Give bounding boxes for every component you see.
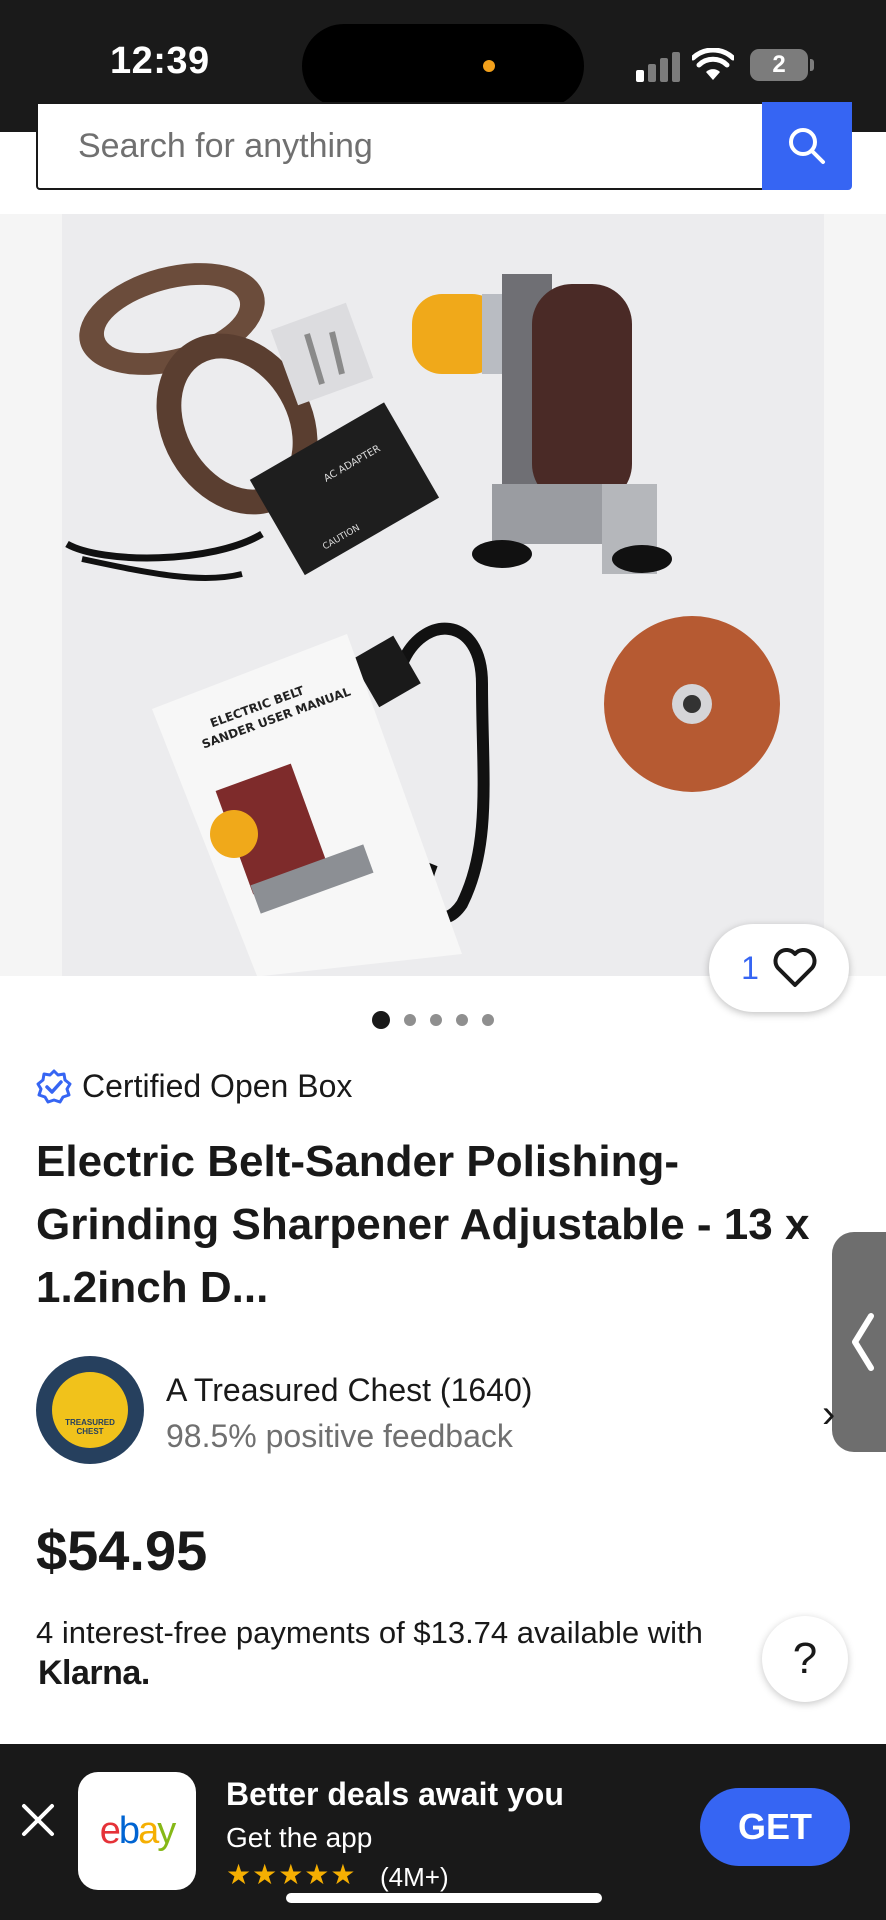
banner-title: Better deals await you (226, 1776, 564, 1812)
installment-info: 4 interest-free payments of $13.74 avail… (36, 1615, 703, 1650)
dynamic-island (302, 24, 584, 108)
banner-subtitle: Get the app (226, 1822, 373, 1853)
pagination-dot-1[interactable] (372, 1011, 390, 1029)
search-icon (789, 128, 825, 164)
side-panel-tab[interactable] (832, 1232, 886, 1452)
pagination-dot-5[interactable] (482, 1014, 494, 1026)
help-button[interactable]: ? (762, 1616, 848, 1702)
gallery-pagination (372, 1010, 494, 1030)
battery-indicator: 2 (750, 49, 808, 81)
klarna-logo: Klarna. (38, 1654, 150, 1692)
search-bar (0, 102, 886, 214)
star-rating-icon: ★★★★★ (226, 1859, 357, 1890)
chevron-left-icon (852, 1313, 874, 1371)
privacy-indicator-dot (483, 60, 495, 72)
condition-label: Certified Open Box (82, 1068, 353, 1104)
heart-icon (773, 948, 817, 987)
home-indicator[interactable] (286, 1893, 602, 1903)
verified-check-icon (36, 1069, 72, 1103)
pagination-dot-3[interactable] (430, 1014, 442, 1026)
ebay-app-icon: ebay (78, 1772, 196, 1890)
watch-count: 1 (741, 949, 759, 986)
seller-logo-line-1: TREASURED (65, 1418, 115, 1427)
close-icon[interactable] (20, 1802, 56, 1838)
search-button[interactable] (762, 102, 852, 190)
pagination-dot-2[interactable] (404, 1014, 416, 1026)
product-illustration: AC ADAPTER CAUTION ELECTRIC BELT SANDER … (62, 214, 824, 976)
search-input[interactable] (36, 102, 764, 190)
seller-name[interactable]: A Treasured Chest (1640) (166, 1372, 532, 1409)
status-time: 12:39 (110, 40, 210, 82)
pagination-dot-4[interactable] (456, 1014, 468, 1026)
seller-logo-line-2: CHEST (76, 1427, 104, 1436)
watch-button[interactable]: 1 (709, 924, 849, 1012)
product-photo[interactable]: AC ADAPTER CAUTION ELECTRIC BELT SANDER … (62, 214, 824, 976)
seller-avatar[interactable]: TREASURED CHEST (36, 1356, 144, 1464)
item-title: Electric Belt-Sander Polishing-Grinding … (36, 1137, 810, 1312)
seller-logo: TREASURED CHEST (52, 1372, 128, 1448)
wifi-icon (692, 48, 734, 80)
review-count: (4M+) (380, 1862, 449, 1892)
seller-feedback: 98.5% positive feedback (166, 1418, 513, 1454)
battery-tip (810, 59, 814, 71)
get-app-button[interactable]: GET (700, 1788, 850, 1866)
cellular-signal-icon (636, 50, 682, 82)
item-price: $54.95 (36, 1519, 208, 1582)
chevron-right-icon[interactable]: › (822, 1392, 835, 1437)
image-gallery[interactable]: AC ADAPTER CAUTION ELECTRIC BELT SANDER … (0, 214, 886, 976)
condition-badge: Certified Open Box (36, 1068, 352, 1105)
